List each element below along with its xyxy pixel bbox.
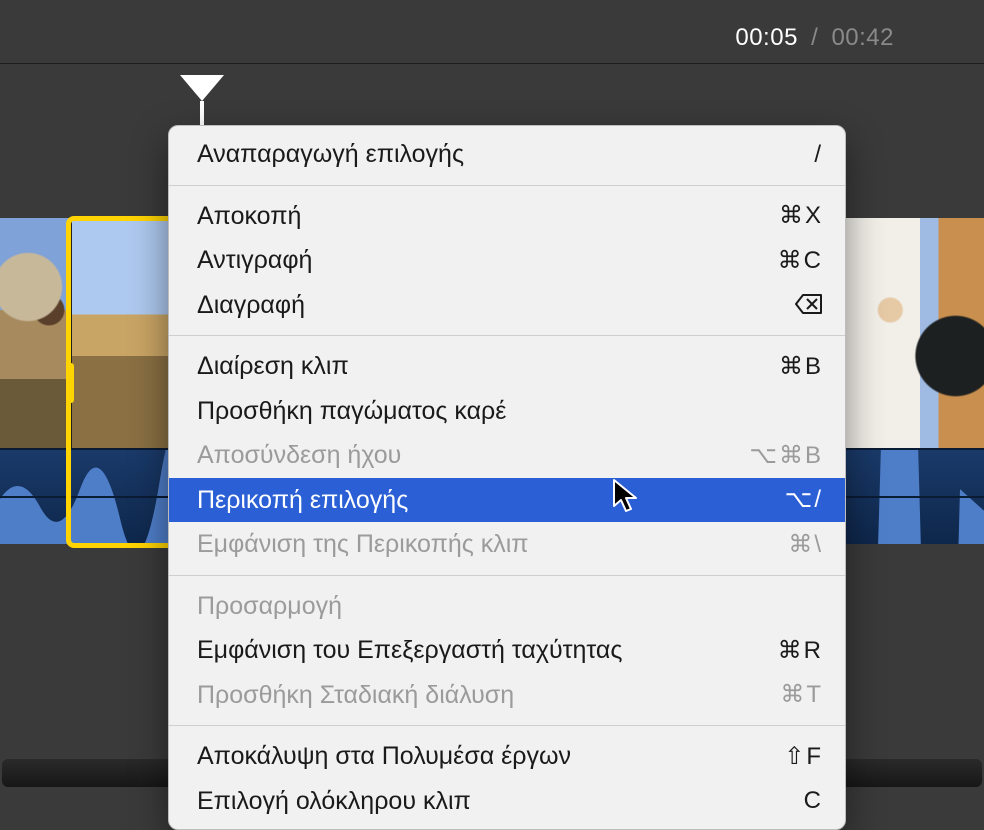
menu-item-detach-audio: Αποσύνδεση ήχου ⌥⌘B	[169, 433, 845, 478]
menu-item-split-clip[interactable]: Διαίρεση κλιπ ⌘B	[169, 344, 845, 389]
menu-separator	[169, 335, 845, 336]
timecode-separator: /	[805, 24, 824, 51]
playhead[interactable]	[176, 73, 228, 103]
menu-item-show-speed-editor[interactable]: Εμφάνιση του Επεξεργαστή ταχύτητας ⌘R	[169, 628, 845, 673]
clip-thumbnail[interactable]	[0, 218, 70, 448]
timecode-current: 00:05	[735, 24, 798, 51]
delete-icon	[795, 289, 823, 320]
menu-item-play-selection[interactable]: Αναπαραγωγή επιλογής /	[169, 132, 845, 177]
divider	[0, 63, 984, 64]
clip-thumbnail[interactable]	[840, 218, 984, 448]
menu-item-cut[interactable]: Αποκοπή ⌘X	[169, 194, 845, 239]
menu-separator	[169, 575, 845, 576]
playback-timecode: 00:05 / 00:42	[735, 24, 894, 52]
menu-item-add-crossfade: Προσθήκη Σταδιακή διάλυση ⌘T	[169, 673, 845, 718]
menu-item-reveal-in-media[interactable]: Αποκάλυψη στα Πολυμέσα έργων ⇧F	[169, 734, 845, 779]
menu-separator	[169, 185, 845, 186]
context-menu: Αναπαραγωγή επιλογής / Αποκοπή ⌘X Αντιγρ…	[168, 125, 846, 830]
menu-item-adjust: Προσαρμογή	[169, 584, 845, 629]
menu-item-trim-selection[interactable]: Περικοπή επιλογής ⌥/	[169, 478, 845, 523]
menu-item-show-trim-clip: Εμφάνιση της Περικοπής κλιπ ⌘\	[169, 522, 845, 567]
menu-item-add-freeze-frame[interactable]: Προσθήκη παγώματος καρέ	[169, 389, 845, 434]
menu-separator	[169, 725, 845, 726]
menu-item-delete[interactable]: Διαγραφή	[169, 283, 845, 328]
menu-item-copy[interactable]: Αντιγραφή ⌘C	[169, 238, 845, 283]
timecode-total: 00:42	[831, 24, 894, 51]
